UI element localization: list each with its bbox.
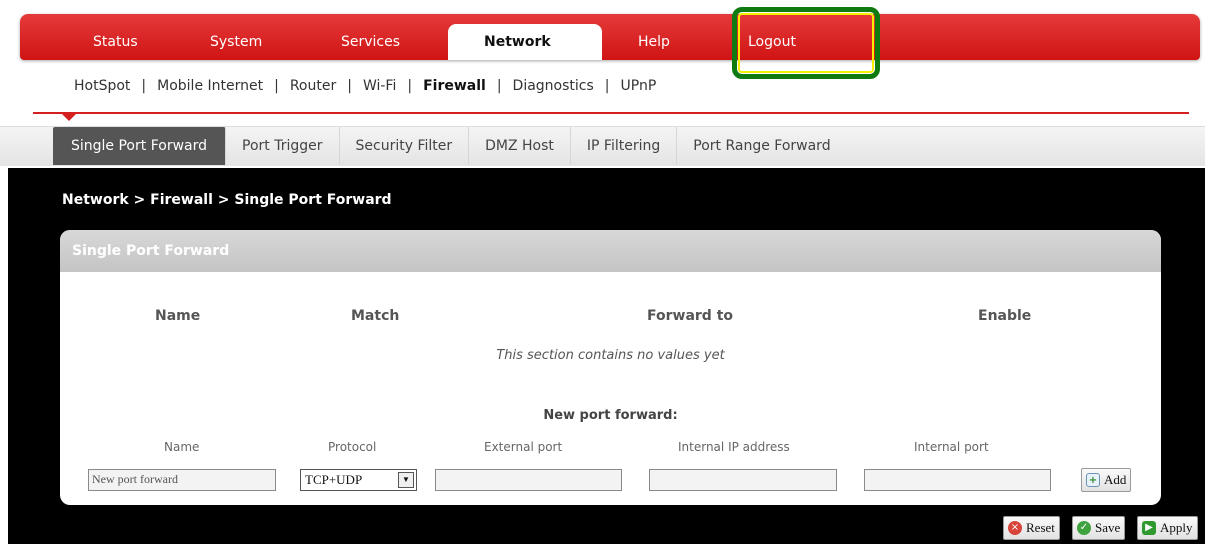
tab-port-range-forward[interactable]: Port Range Forward — [677, 127, 846, 165]
apply-label: Apply — [1160, 520, 1193, 535]
tab-services[interactable]: Services — [313, 24, 448, 60]
protocol-value: TCP+UDP — [305, 472, 363, 487]
add-label: Add — [1104, 472, 1127, 487]
subnav-separator: | — [496, 78, 502, 94]
panel-title: Single Port Forward — [60, 230, 1161, 272]
new-name-input[interactable]: New port forward — [88, 469, 276, 491]
tab-help[interactable]: Help — [602, 24, 715, 60]
tab-system[interactable]: System — [178, 24, 313, 60]
subnav-separator: | — [604, 78, 610, 94]
column-header-forward-to: Forward to — [647, 308, 734, 324]
tab-logout[interactable]: Logout — [715, 24, 845, 60]
save-button[interactable]: ✓ Save — [1072, 516, 1126, 540]
internal-ip-label: Internal IP address — [678, 440, 790, 454]
breadcrumb: Network > Firewall > Single Port Forward — [62, 192, 392, 208]
top-nav: Status System Services Network Help Logo… — [60, 24, 845, 60]
chevron-down-icon: ▼ — [398, 472, 414, 488]
external-port-input[interactable] — [435, 469, 622, 491]
tab-status[interactable]: Status — [60, 24, 178, 60]
subnav-separator: | — [141, 78, 147, 94]
apply-button[interactable]: ▶ Apply — [1137, 516, 1198, 540]
subnav-separator: | — [274, 78, 279, 94]
active-pointer-icon — [62, 114, 76, 121]
protocol-select[interactable]: TCP+UDP ▼ — [300, 469, 417, 491]
tab-ip-filtering[interactable]: IP Filtering — [571, 127, 678, 165]
sub-nav: HotSpot | Mobile Internet | Router | Wi-… — [74, 78, 656, 94]
column-header-match: Match — [351, 308, 400, 324]
external-port-label: External port — [484, 440, 563, 454]
single-port-forward-panel: Single Port Forward Name Match Forward t… — [60, 230, 1161, 505]
add-icon: + — [1086, 473, 1100, 487]
subnav-diagnostics[interactable]: Diagnostics — [513, 78, 594, 94]
subnav-wifi[interactable]: Wi-Fi — [363, 78, 396, 94]
protocol-label: Protocol — [328, 440, 377, 454]
tab-port-trigger[interactable]: Port Trigger — [226, 127, 340, 165]
check-icon: ✓ — [1077, 521, 1091, 535]
tab-security-filter[interactable]: Security Filter — [340, 127, 470, 165]
reset-label: Reset — [1026, 520, 1055, 535]
tab-single-port-forward[interactable]: Single Port Forward — [53, 127, 226, 165]
reset-button[interactable]: × Reset — [1003, 516, 1060, 540]
reset-icon: × — [1008, 521, 1022, 535]
subnav-separator: | — [407, 78, 413, 94]
column-header-enable: Enable — [978, 308, 1032, 324]
empty-message: This section contains no values yet — [496, 348, 725, 363]
section-tabs-bar: Single Port Forward Port Trigger Securit… — [0, 126, 1205, 166]
subnav-upnp[interactable]: UPnP — [621, 78, 657, 94]
save-label: Save — [1095, 520, 1121, 535]
add-button[interactable]: + Add — [1081, 468, 1132, 492]
internal-ip-input[interactable] — [649, 469, 837, 491]
subnav-firewall[interactable]: Firewall — [423, 78, 486, 94]
apply-icon: ▶ — [1142, 521, 1156, 535]
subnav-hotspot[interactable]: HotSpot — [74, 78, 130, 94]
subnav-separator: | — [347, 78, 352, 94]
subnav-mobile-internet[interactable]: Mobile Internet — [157, 78, 263, 94]
internal-port-input[interactable] — [864, 469, 1051, 491]
tab-dmz-host[interactable]: DMZ Host — [469, 127, 571, 165]
new-port-forward-title: New port forward: — [543, 408, 678, 423]
tab-network[interactable]: Network — [448, 24, 602, 60]
column-header-name: Name — [155, 308, 201, 324]
internal-port-label: Internal port — [914, 440, 989, 454]
subnav-divider — [33, 112, 1189, 114]
new-name-label: Name — [164, 440, 200, 454]
subnav-router[interactable]: Router — [290, 78, 336, 94]
